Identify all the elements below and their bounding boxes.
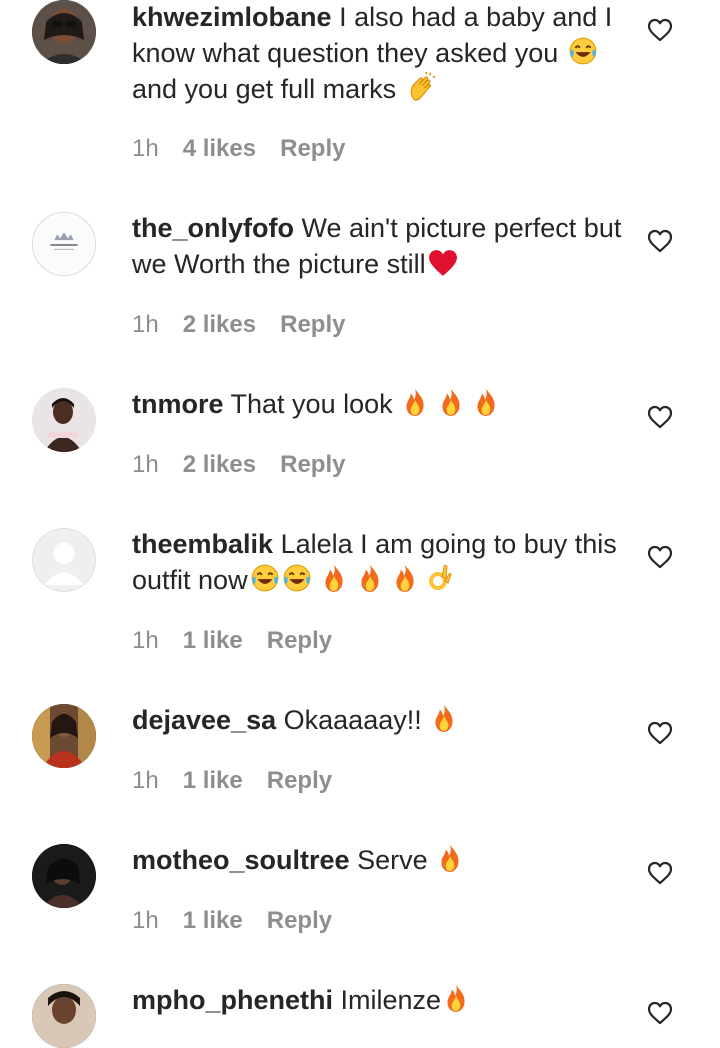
reply-button[interactable]: Reply (280, 310, 345, 340)
like-heart-icon[interactable] (647, 721, 673, 745)
comment-time: 1h (132, 451, 159, 478)
comment-username[interactable]: the_onlyfofo (132, 213, 294, 243)
reply-button[interactable]: Reply (267, 626, 332, 656)
tears-of-joy-emoji (282, 563, 312, 593)
comment-body: That you look (230, 389, 393, 419)
comment-meta: 1h 1 like Reply (132, 766, 332, 796)
fire-emoji (402, 387, 428, 417)
like-heart-icon[interactable] (647, 545, 673, 569)
comment-likes-count[interactable]: 4 likes (183, 134, 256, 164)
reply-button[interactable]: Reply (267, 766, 332, 796)
comment-body: Okaaaaay!! (283, 705, 422, 735)
reply-button[interactable]: Reply (280, 134, 345, 164)
comment-time: 1h (132, 627, 159, 654)
comment-body: Serve (357, 845, 428, 875)
comment-username[interactable]: dejavee_sa (132, 705, 276, 735)
avatar[interactable] (32, 704, 96, 768)
comment-likes-count[interactable]: 2 likes (183, 450, 256, 480)
comment-likes-count[interactable]: 2 likes (183, 310, 256, 340)
comment-body-continued: and you get full marks (132, 74, 397, 104)
comment-meta: 1h 1 like Reply (132, 626, 332, 656)
comment-username[interactable]: khwezimlobane (132, 2, 332, 32)
comment-username[interactable]: theembalik (132, 529, 273, 559)
default-avatar[interactable] (32, 528, 96, 592)
comment-username[interactable]: motheo_soultree (132, 845, 350, 875)
comment-body: Imilenze (340, 985, 442, 1015)
comment-username[interactable]: tnmore (132, 389, 224, 419)
comment-meta: 1h 4 likes Reply (132, 134, 345, 164)
avatar[interactable] (32, 388, 96, 452)
like-heart-icon[interactable] (647, 229, 673, 253)
ok-hand-emoji (428, 563, 452, 593)
fire-emoji (437, 843, 463, 873)
like-heart-icon[interactable] (647, 405, 673, 429)
avatar[interactable] (32, 212, 96, 276)
comment-text: tnmore That you look (132, 386, 622, 422)
comment-time: 1h (132, 135, 159, 162)
comment-time: 1h (132, 767, 159, 794)
comment-meta: 1h 1 like Reply (132, 906, 332, 936)
tears-of-joy-emoji (250, 563, 280, 593)
comment-username[interactable]: mpho_phenethi (132, 985, 333, 1015)
comment-text: motheo_soultree Serve (132, 842, 622, 878)
comment-meta: 1h 2 likes Reply (132, 310, 345, 340)
comment-likes-count[interactable]: 1 like (183, 906, 243, 936)
comment-likes-count[interactable]: 1 like (183, 626, 243, 656)
like-heart-icon[interactable] (647, 18, 673, 42)
comment-likes-count[interactable]: 1 like (183, 766, 243, 796)
fire-emoji (392, 563, 418, 593)
fire-emoji (321, 563, 347, 593)
avatar[interactable] (32, 844, 96, 908)
fire-emoji (473, 387, 499, 417)
comment-text: mpho_phenethi Imilenze (132, 982, 622, 1018)
avatar[interactable] (32, 984, 96, 1048)
fire-emoji (431, 703, 457, 733)
avatar[interactable] (32, 0, 96, 64)
reply-button[interactable]: Reply (280, 450, 345, 480)
red-heart-emoji (428, 249, 458, 277)
tears-of-joy-emoji (568, 36, 598, 66)
comment-text: theembalik Lalela I am going to buy this… (132, 526, 622, 598)
comment-time: 1h (132, 311, 159, 338)
comment-text: the_onlyfofo We ain't picture perfect bu… (132, 210, 622, 282)
comment-time: 1h (132, 907, 159, 934)
like-heart-icon[interactable] (647, 1001, 673, 1025)
comment-meta: 1h 2 likes Reply (132, 450, 345, 480)
fire-emoji (443, 983, 469, 1013)
reply-button[interactable]: Reply (267, 906, 332, 936)
comment-text: khwezimlobane I also had a baby and I kn… (132, 0, 622, 107)
comment-text: dejavee_sa Okaaaaay!! (132, 702, 622, 738)
clapping-hands-emoji (406, 72, 436, 102)
fire-emoji (438, 387, 464, 417)
fire-emoji (357, 563, 383, 593)
like-heart-icon[interactable] (647, 861, 673, 885)
